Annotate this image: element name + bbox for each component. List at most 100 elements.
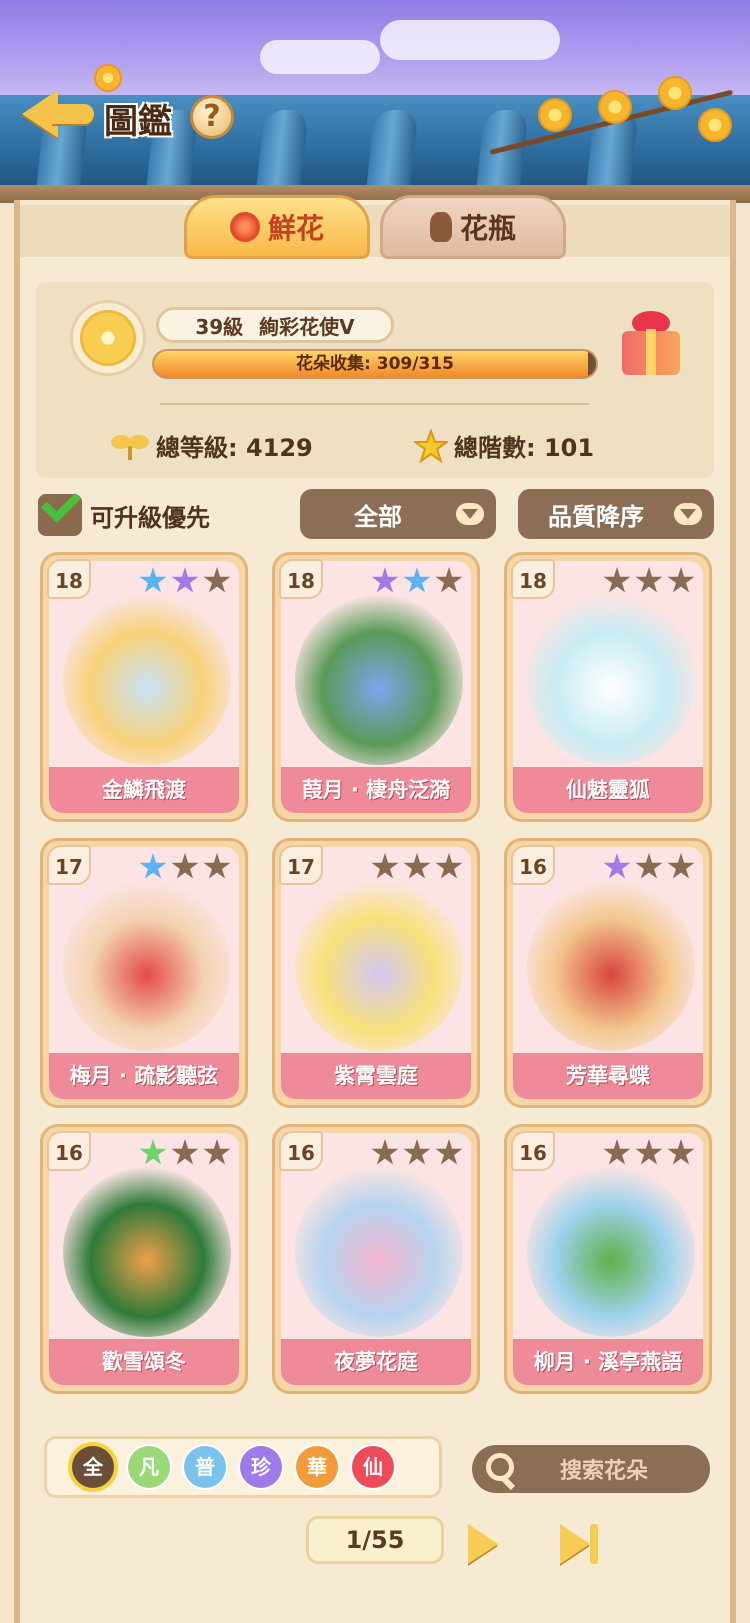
card-name: 梅月 · 疏影聽弦 — [49, 1053, 239, 1099]
card-name: 歡雪頌冬 — [49, 1339, 239, 1385]
card-stars — [139, 853, 231, 881]
flower-artwork — [63, 595, 231, 765]
flower-artwork — [63, 881, 231, 1051]
flower-artwork — [527, 1167, 695, 1337]
star-icon — [667, 853, 695, 879]
tab-vases-label: 花瓶 — [459, 212, 516, 245]
sort-dropdown[interactable]: 品質降序 — [518, 489, 714, 539]
rose-icon — [229, 212, 260, 242]
card-name: 紫霄雲庭 — [281, 1053, 471, 1099]
sprout-icon — [111, 434, 149, 460]
star-icon — [139, 567, 167, 593]
star-icon — [435, 1139, 463, 1165]
collection-progress-bar: 花朵收集: 309/315 — [152, 349, 598, 379]
flower-artwork — [63, 1167, 231, 1337]
card-name: 仙魅靈狐 — [513, 767, 703, 813]
card-stars — [603, 1139, 695, 1167]
flower-artwork — [295, 595, 463, 765]
upgrade-first-checkbox[interactable] — [38, 483, 82, 536]
quality-chip[interactable]: 華 — [296, 1446, 338, 1488]
card-name: 葭月 · 棲舟泛漪 — [281, 767, 471, 813]
star-icon — [403, 853, 431, 879]
star-icon — [603, 1139, 631, 1165]
flower-artwork — [527, 595, 695, 765]
search-icon — [486, 1453, 514, 1481]
quality-chip[interactable]: 珍 — [240, 1446, 282, 1488]
gift-box-button[interactable] — [618, 307, 684, 377]
star-icon — [635, 567, 663, 593]
card-stars — [371, 1139, 463, 1167]
back-button[interactable] — [18, 78, 96, 148]
star-icon — [171, 567, 199, 593]
star-icon — [371, 567, 399, 593]
tab-flowers[interactable]: 鮮花 — [184, 195, 370, 259]
star-icon — [667, 567, 695, 593]
category-dropdown[interactable]: 全部 — [300, 489, 496, 539]
flower-card[interactable]: 16 柳月 · 溪亭燕語 — [504, 1124, 712, 1394]
flower-card[interactable]: 16 芳華尋蝶 — [504, 838, 712, 1108]
upgrade-first-toggle[interactable]: 可升級優先 — [38, 483, 210, 536]
last-page-icon — [560, 1524, 590, 1564]
tab-vases[interactable]: 花瓶 — [380, 195, 566, 259]
star-icon — [403, 1139, 431, 1165]
star-icon — [203, 853, 231, 879]
player-level: 39級 — [195, 314, 244, 339]
card-name: 芳華尋蝶 — [513, 1053, 703, 1099]
star-icon — [139, 853, 167, 879]
quality-chip[interactable]: 仙 — [352, 1446, 394, 1488]
card-level-badge: 16 — [47, 1131, 91, 1171]
quality-chip[interactable]: 全 — [72, 1446, 114, 1488]
flower-card[interactable]: 18 葭月 · 棲舟泛漪 — [272, 552, 480, 822]
star-icon — [371, 853, 399, 879]
last-page-button[interactable] — [546, 1518, 606, 1568]
flower-artwork — [295, 881, 463, 1051]
tab-strip — [20, 205, 730, 257]
blossom-icon — [96, 66, 120, 90]
cloud — [260, 40, 380, 74]
vase-icon — [429, 212, 452, 242]
card-level-badge: 17 — [47, 845, 91, 885]
card-stars — [139, 1139, 231, 1167]
flower-card[interactable]: 18 仙魅靈狐 — [504, 552, 712, 822]
blossom-icon — [700, 110, 730, 140]
star-icon — [603, 853, 631, 879]
page-title: 圖鑑 — [104, 102, 172, 142]
card-level-badge: 17 — [279, 845, 323, 885]
divider — [160, 403, 590, 405]
star-icon — [635, 1139, 663, 1165]
flower-card[interactable]: 17 紫霄雲庭 — [272, 838, 480, 1108]
card-name: 夜夢花庭 — [281, 1339, 471, 1385]
cloud — [380, 20, 560, 60]
card-name: 金鱗飛渡 — [49, 767, 239, 813]
quality-chip[interactable]: 凡 — [128, 1446, 170, 1488]
star-icon — [203, 1139, 231, 1165]
star-icon — [371, 1139, 399, 1165]
star-icon — [171, 853, 199, 879]
card-stars — [603, 853, 695, 881]
flower-card[interactable]: 16 夜夢花庭 — [272, 1124, 480, 1394]
flower-card[interactable]: 17 梅月 · 疏影聽弦 — [40, 838, 248, 1108]
next-page-button[interactable] — [454, 1518, 514, 1568]
search-placeholder: 搜索花朵 — [559, 1459, 648, 1484]
card-stars — [603, 567, 695, 595]
star-icon — [667, 1139, 695, 1165]
total-level-stat: 總等級: 4129 — [110, 428, 313, 463]
upgrade-first-label: 可升級優先 — [90, 503, 210, 532]
total-stars-stat: 總階數: 101 — [414, 428, 594, 463]
roof-tile — [365, 110, 419, 196]
card-level-badge: 18 — [279, 559, 323, 599]
star-icon — [414, 428, 448, 463]
star-icon — [203, 567, 231, 593]
card-level-badge: 16 — [511, 1131, 555, 1171]
flower-artwork — [527, 881, 695, 1051]
card-level-badge: 18 — [47, 559, 91, 599]
flower-artwork — [295, 1167, 463, 1337]
blossom-icon — [600, 92, 630, 122]
search-input[interactable]: 搜索花朵 — [472, 1445, 710, 1493]
flower-card[interactable]: 18 金鱗飛渡 — [40, 552, 248, 822]
star-icon — [435, 567, 463, 593]
quality-chip[interactable]: 普 — [184, 1446, 226, 1488]
total-level-text: 總等級: 4129 — [156, 434, 313, 462]
flower-card[interactable]: 16 歡雪頌冬 — [40, 1124, 248, 1394]
help-button[interactable]: ? — [190, 95, 234, 139]
